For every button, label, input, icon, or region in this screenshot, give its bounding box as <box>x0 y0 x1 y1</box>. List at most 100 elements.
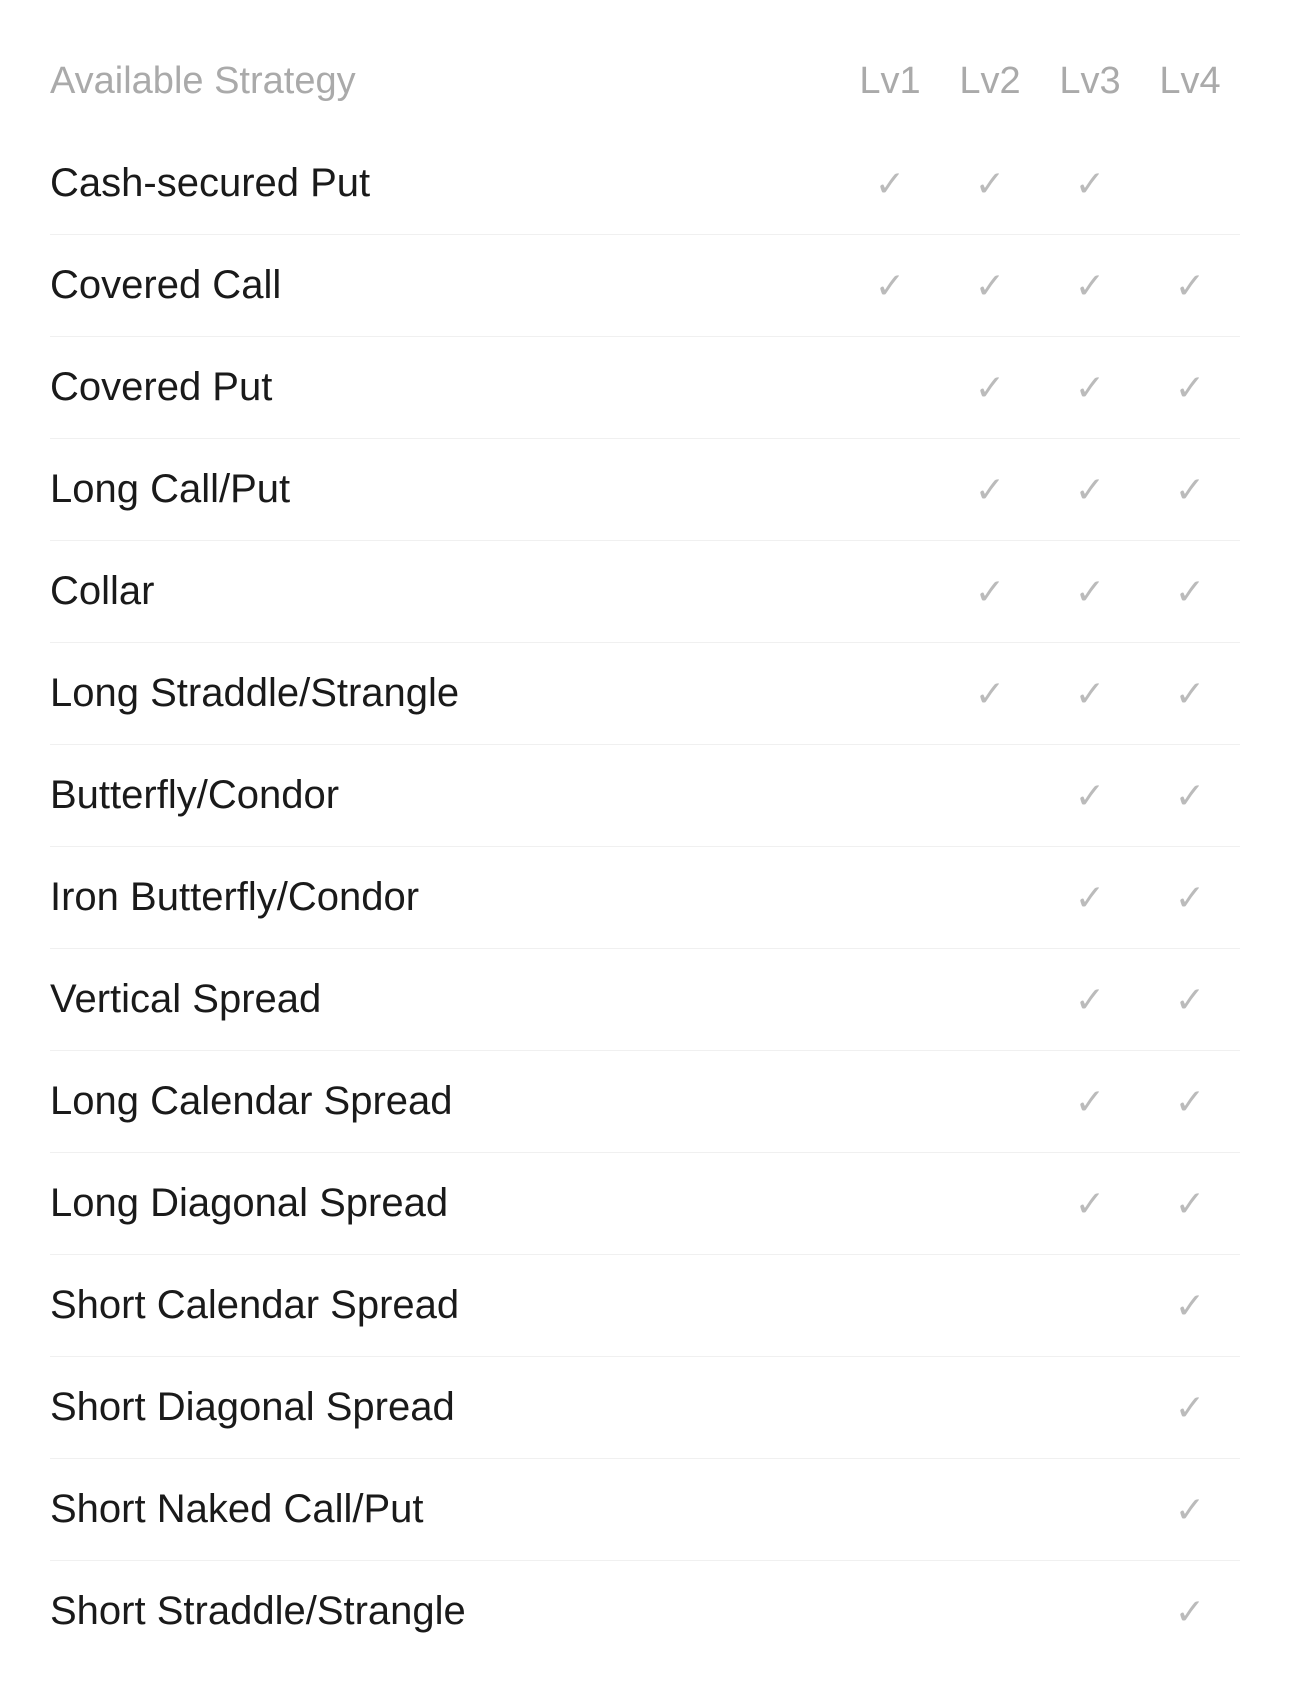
lv1-check-cell <box>840 1387 940 1429</box>
lv2-check-cell: ✓ <box>940 469 1040 511</box>
lv2-check-cell <box>940 877 1040 919</box>
table-row: Collar ✓ ✓ ✓ <box>50 541 1240 643</box>
checkmark-icon: ✓ <box>1175 1183 1205 1225</box>
lv4-check-cell <box>1140 163 1240 205</box>
lv4-check-cell: ✓ <box>1140 1489 1240 1531</box>
lv2-check-cell <box>940 1489 1040 1531</box>
lv1-column-header: Lv1 <box>840 60 940 103</box>
lv2-check-cell <box>940 1183 1040 1225</box>
checkmark-icon: ✓ <box>1075 877 1105 919</box>
lv4-check-cell: ✓ <box>1140 979 1240 1021</box>
lv2-check-cell <box>940 1081 1040 1123</box>
checkmark-icon: ✓ <box>1175 673 1205 715</box>
lv1-check-cell <box>840 1081 940 1123</box>
lv1-check-cell <box>840 1489 940 1531</box>
checkmark-icon: ✓ <box>1175 1081 1205 1123</box>
strategy-name: Long Diagonal Spread <box>50 1181 840 1226</box>
checkmark-icon: ✓ <box>1175 469 1205 511</box>
strategy-name: Long Calendar Spread <box>50 1079 840 1124</box>
lv3-check-cell: ✓ <box>1040 673 1140 715</box>
checkmark-icon: ✓ <box>1175 979 1205 1021</box>
table-row: Vertical Spread ✓ ✓ <box>50 949 1240 1051</box>
lv4-check-cell: ✓ <box>1140 571 1240 613</box>
checkmark-icon: ✓ <box>975 163 1005 205</box>
checkmark-icon: ✓ <box>1075 979 1105 1021</box>
table-row: Short Straddle/Strangle ✓ <box>50 1561 1240 1662</box>
lv1-check-cell <box>840 673 940 715</box>
lv2-check-cell <box>940 775 1040 817</box>
strategy-name: Long Straddle/Strangle <box>50 671 840 716</box>
strategy-name: Covered Put <box>50 365 840 410</box>
table-header: Available Strategy Lv1 Lv2 Lv3 Lv4 <box>50 40 1240 133</box>
lv3-column-header: Lv3 <box>1040 60 1140 103</box>
lv4-check-cell: ✓ <box>1140 775 1240 817</box>
lv4-check-cell: ✓ <box>1140 1285 1240 1327</box>
table-row: Covered Put ✓ ✓ ✓ <box>50 337 1240 439</box>
lv1-check-cell <box>840 1285 940 1327</box>
lv2-check-cell <box>940 1591 1040 1633</box>
strategy-name: Short Calendar Spread <box>50 1283 840 1328</box>
lv2-check-cell: ✓ <box>940 163 1040 205</box>
checkmark-icon: ✓ <box>1075 673 1105 715</box>
checkmark-icon: ✓ <box>1075 163 1105 205</box>
lv3-check-cell: ✓ <box>1040 775 1140 817</box>
lv2-check-cell <box>940 1285 1040 1327</box>
table-row: Iron Butterfly/Condor✓✓ <box>50 847 1240 949</box>
strategy-name: Vertical Spread <box>50 977 840 1022</box>
strategy-name: Butterfly/Condor <box>50 773 840 818</box>
checkmark-icon: ✓ <box>975 469 1005 511</box>
lv3-check-cell <box>1040 1591 1140 1633</box>
lv4-check-cell: ✓ <box>1140 1387 1240 1429</box>
lv2-check-cell: ✓ <box>940 571 1040 613</box>
table-row: Covered Call✓✓✓✓ <box>50 235 1240 337</box>
lv3-check-cell <box>1040 1489 1140 1531</box>
lv4-check-cell: ✓ <box>1140 469 1240 511</box>
checkmark-icon: ✓ <box>1075 469 1105 511</box>
lv2-check-cell <box>940 979 1040 1021</box>
lv3-check-cell: ✓ <box>1040 1183 1140 1225</box>
lv3-check-cell: ✓ <box>1040 979 1140 1021</box>
strategy-name: Short Naked Call/Put <box>50 1487 840 1532</box>
lv3-check-cell: ✓ <box>1040 469 1140 511</box>
checkmark-icon: ✓ <box>1175 877 1205 919</box>
checkmark-icon: ✓ <box>1175 367 1205 409</box>
table-row: Long Calendar Spread ✓ ✓ <box>50 1051 1240 1153</box>
checkmark-icon: ✓ <box>1175 1285 1205 1327</box>
checkmark-icon: ✓ <box>1075 1081 1105 1123</box>
strategy-name: Cash-secured Put <box>50 161 840 206</box>
table-row: Long Straddle/Strangle✓✓✓ <box>50 643 1240 745</box>
lv1-check-cell <box>840 469 940 511</box>
lv4-check-cell: ✓ <box>1140 1081 1240 1123</box>
lv1-check-cell <box>840 571 940 613</box>
table-row: Long Diagonal Spread ✓ ✓ <box>50 1153 1240 1255</box>
table-row: Short Naked Call/Put ✓ <box>50 1459 1240 1561</box>
lv1-check-cell <box>840 367 940 409</box>
checkmark-icon: ✓ <box>1175 1387 1205 1429</box>
table-row: Butterfly/Condor ✓ ✓ <box>50 745 1240 847</box>
checkmark-icon: ✓ <box>975 265 1005 307</box>
checkmark-icon: ✓ <box>975 367 1005 409</box>
lv2-check-cell: ✓ <box>940 265 1040 307</box>
checkmark-icon: ✓ <box>1075 775 1105 817</box>
lv3-check-cell: ✓ <box>1040 571 1140 613</box>
lv4-check-cell: ✓ <box>1140 1183 1240 1225</box>
strategy-name: Covered Call <box>50 263 840 308</box>
checkmark-icon: ✓ <box>1075 265 1105 307</box>
lv2-check-cell: ✓ <box>940 367 1040 409</box>
lv1-check-cell <box>840 877 940 919</box>
checkmark-icon: ✓ <box>1075 571 1105 613</box>
lv4-column-header: Lv4 <box>1140 60 1240 103</box>
strategy-name: Collar <box>50 569 840 614</box>
checkmark-icon: ✓ <box>875 163 905 205</box>
strategy-column-header: Available Strategy <box>50 60 840 103</box>
lv3-check-cell: ✓ <box>1040 367 1140 409</box>
lv4-check-cell: ✓ <box>1140 367 1240 409</box>
checkmark-icon: ✓ <box>975 571 1005 613</box>
strategy-name: Short Straddle/Strangle <box>50 1589 840 1634</box>
lv4-check-cell: ✓ <box>1140 877 1240 919</box>
table-row: Long Call/Put✓✓✓ <box>50 439 1240 541</box>
checkmark-icon: ✓ <box>1175 1591 1205 1633</box>
table-row: Short Diagonal Spread✓ <box>50 1357 1240 1459</box>
lv3-check-cell: ✓ <box>1040 265 1140 307</box>
lv3-check-cell: ✓ <box>1040 877 1140 919</box>
